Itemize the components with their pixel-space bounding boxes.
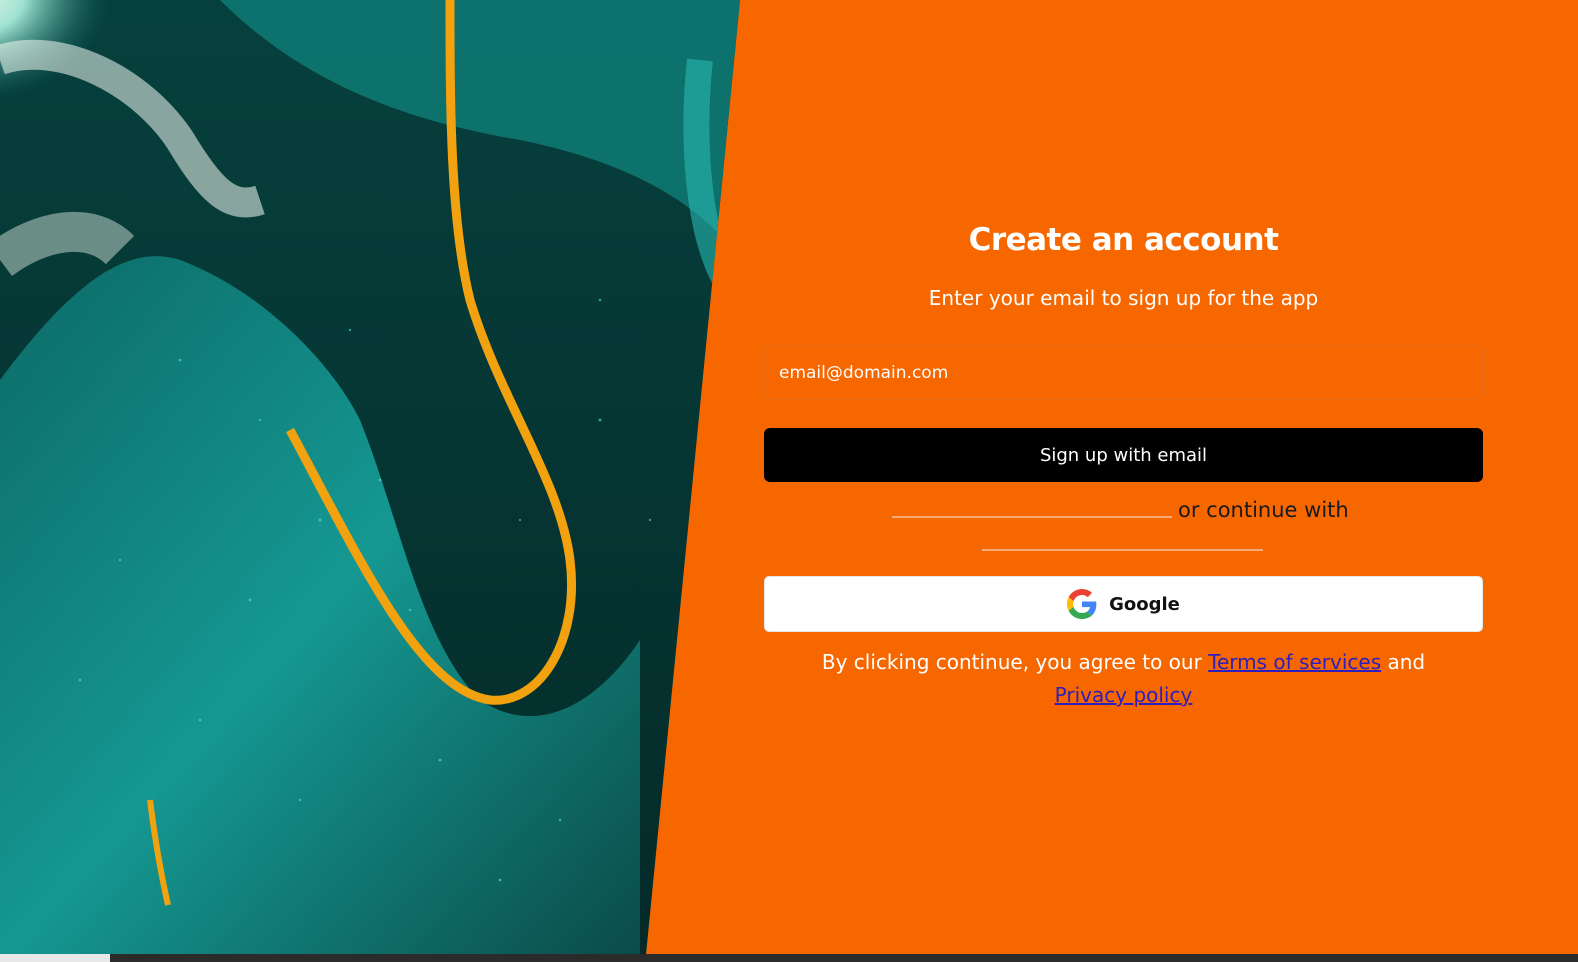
abstract-art-image xyxy=(0,0,740,954)
bottom-edge-highlight xyxy=(0,954,110,962)
google-logo-icon xyxy=(1067,589,1097,619)
signup-page: Create an account Enter your email to si… xyxy=(0,0,1578,962)
signup-form: Create an account Enter your email to si… xyxy=(764,0,1483,954)
privacy-policy-link[interactable]: Privacy policy xyxy=(1055,683,1193,707)
terms-of-service-link[interactable]: Terms of services xyxy=(1208,650,1381,674)
bottom-edge xyxy=(0,954,1578,962)
legal-conjunction: and xyxy=(1387,650,1426,674)
divider-line xyxy=(892,516,1172,518)
legal-prefix: By clicking continue, you agree to our xyxy=(821,650,1202,674)
email-field[interactable] xyxy=(764,345,1483,400)
legal-notice: By clicking continue, you agree to our T… xyxy=(764,646,1483,712)
page-title: Create an account xyxy=(968,222,1279,258)
signup-with-email-button[interactable]: Sign up with email xyxy=(764,428,1483,482)
hero-artwork xyxy=(0,0,740,954)
google-button-label: Google xyxy=(1109,593,1180,615)
page-subtitle: Enter your email to sign up for the app xyxy=(928,286,1319,310)
google-signin-button[interactable]: Google xyxy=(764,576,1483,632)
divider: or continue with xyxy=(764,496,1483,532)
divider-label: or continue with xyxy=(1178,498,1349,522)
divider-line xyxy=(982,549,1263,551)
